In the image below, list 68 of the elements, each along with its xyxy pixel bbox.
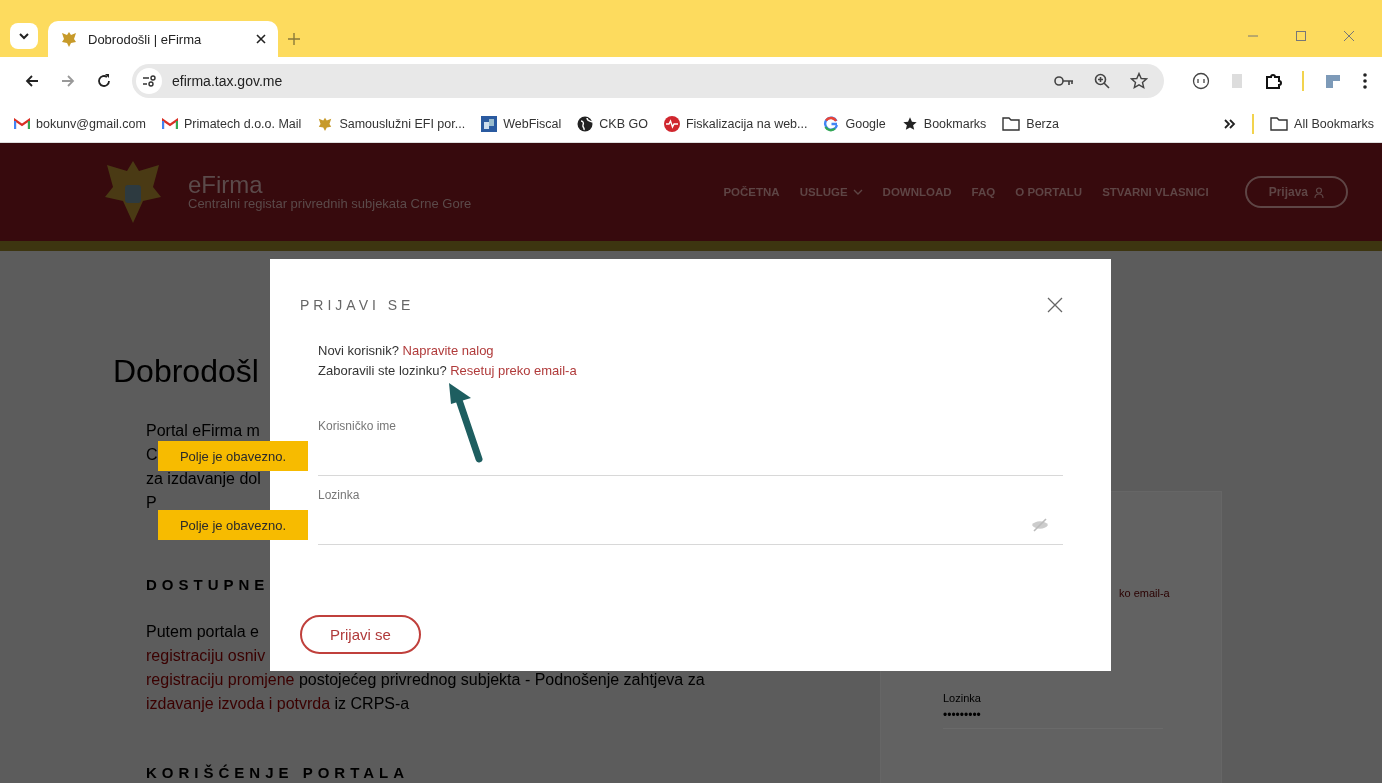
paragraph-line: P (146, 493, 157, 513)
back-icon[interactable] (24, 73, 40, 89)
address-bar[interactable]: efirma.tax.gov.me (132, 64, 1164, 98)
chevron-double-icon[interactable] (1224, 118, 1237, 129)
extension-icon[interactable] (1192, 72, 1210, 90)
mail-icon (161, 117, 178, 130)
bookmark-item[interactable]: Samouslužni EFI por... (317, 115, 466, 132)
paragraph-line: izdavanje izvoda i potvrda iz CRPS-a (146, 694, 410, 714)
app-icon (481, 115, 498, 132)
chevron-down-icon (18, 32, 30, 40)
star-icon (901, 115, 918, 132)
chevron-down-icon (852, 188, 863, 196)
section-heading: KORIŠĆENJE PORTALA (146, 764, 410, 781)
mail-icon (14, 117, 30, 130)
bookmark-item[interactable]: CKB GO (577, 115, 648, 132)
menu-icon[interactable] (1362, 72, 1368, 90)
section-heading: DOSTUPNE (146, 576, 270, 593)
text-link[interactable]: ko email-a (1119, 587, 1170, 599)
bookmark-item[interactable]: Berza (1002, 116, 1059, 131)
heartbeat-icon (663, 115, 680, 132)
bookmark-item[interactable]: Google (823, 115, 886, 132)
paragraph-line: C (146, 445, 158, 465)
bookmark-item[interactable]: Primatech d.o.o. Mail (161, 116, 302, 131)
forward-icon[interactable] (60, 73, 76, 89)
profile-icon[interactable] (1324, 72, 1342, 90)
paragraph-line: za izdavanje dol (146, 469, 261, 489)
close-icon[interactable] (1047, 297, 1063, 313)
validation-tooltip: Polje je obavezno. (158, 510, 308, 540)
reload-icon[interactable] (96, 73, 112, 89)
google-icon (823, 115, 840, 132)
login-submit-button[interactable]: Prijavi se (300, 615, 421, 654)
browser-tab[interactable]: Dobrodošli | eFirma (48, 21, 278, 57)
dialog-title: PRIJAVI SE (300, 297, 415, 313)
folder-icon (1002, 116, 1021, 131)
bookmark-item[interactable]: Bookmarks (901, 115, 987, 132)
url-text: efirma.tax.gov.me (172, 73, 283, 89)
page-heading: Dobrodošl (113, 352, 259, 391)
reset-password-link[interactable]: Resetuj preko email-a (450, 363, 577, 378)
all-bookmarks-item[interactable]: All Bookmarks (1270, 116, 1374, 131)
zoom-icon[interactable] (1094, 73, 1110, 89)
paragraph-line: Putem portala e (146, 622, 259, 642)
paragraph-line: registraciju promjene postojećeg privrednog subjekta - Podnošenje zahtjeva za (146, 670, 705, 690)
validation-tooltip: Polje je obavezno. (158, 441, 308, 471)
maximize-icon[interactable] (1295, 30, 1307, 42)
password-field[interactable]: Lozinka (318, 488, 1063, 544)
bookmark-item[interactable]: bokunv@gmail.com (14, 116, 146, 131)
globe-icon (577, 115, 594, 132)
logo-subtitle: Centralni registar privrednih subjekata Crne Gore (188, 195, 472, 211)
tab-search-button[interactable] (10, 23, 38, 49)
username-field[interactable]: Korisničko ime (318, 419, 1063, 475)
close-window-icon[interactable] (1343, 30, 1355, 42)
folder-icon (1270, 116, 1289, 131)
close-tab-icon[interactable] (256, 34, 266, 44)
bookmark-item[interactable]: Fiskalizacija na web... (663, 115, 808, 132)
crest-icon (60, 30, 78, 48)
bookmark-item[interactable]: WebFiscal (481, 115, 562, 132)
user-icon (1314, 186, 1324, 198)
new-user-text: Novi korisnik? Napravite nalog (318, 342, 495, 360)
tab-title: Dobrodošli | eFirma (88, 31, 203, 47)
paragraph-line: Portal eFirma m (146, 421, 260, 441)
forgot-password-text: Zaboravili ste lozinku? Resetuj preko email-a (318, 362, 578, 380)
star-icon[interactable] (1130, 72, 1148, 90)
site-settings-icon[interactable] (136, 68, 162, 94)
extensions-puzzle-icon[interactable] (1264, 72, 1282, 90)
password-field[interactable]: Lozinka ••••••••• (943, 692, 1163, 729)
create-account-link[interactable]: Napravite nalog (402, 343, 494, 358)
key-icon[interactable] (1054, 74, 1074, 88)
new-tab-icon[interactable] (288, 33, 300, 45)
